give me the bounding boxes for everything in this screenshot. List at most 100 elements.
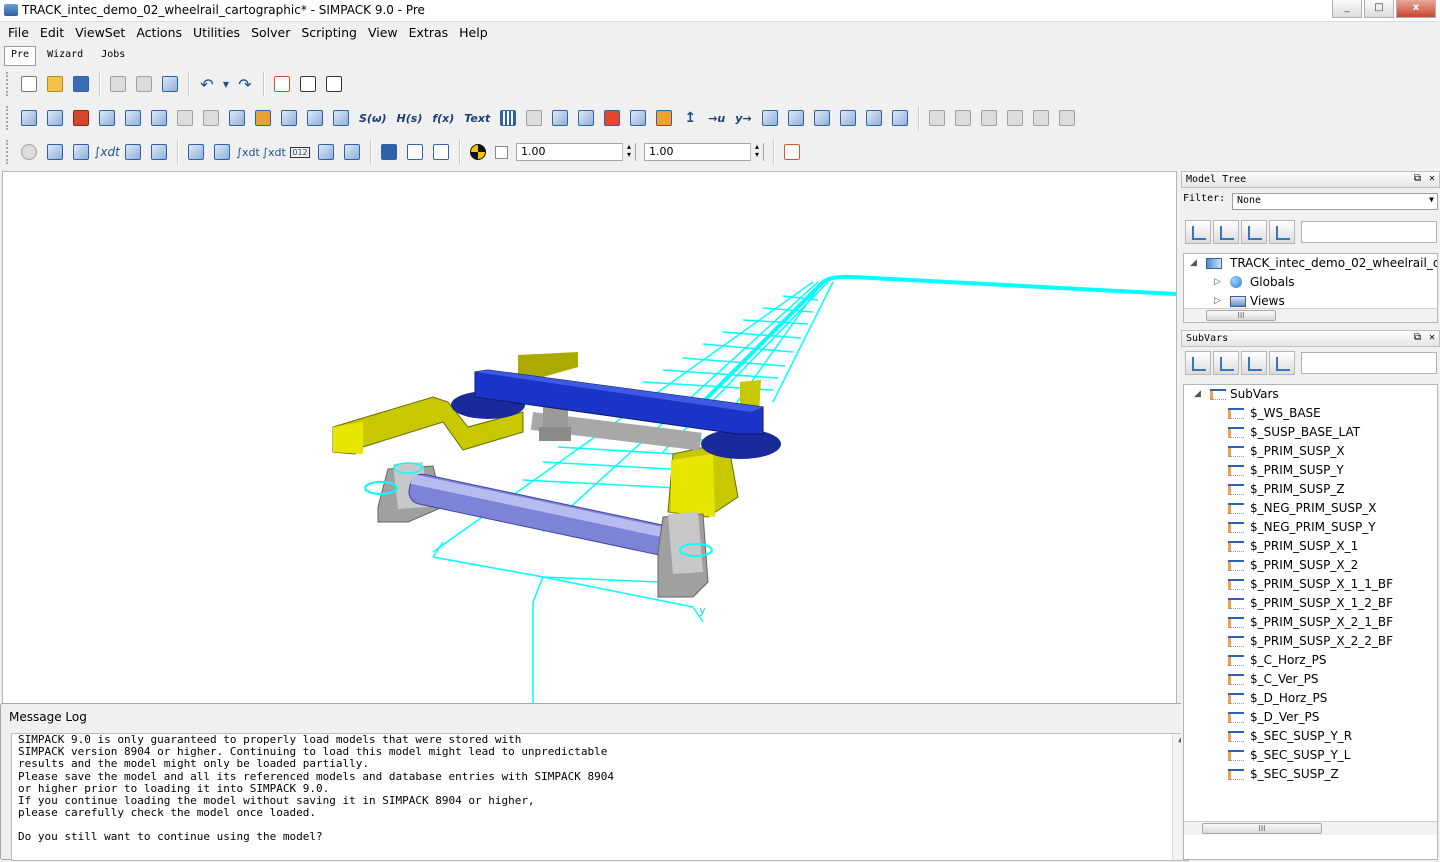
chevron-down-icon[interactable]: ◢ xyxy=(1190,254,1197,273)
eigen-button-2[interactable] xyxy=(313,139,339,165)
close-button[interactable]: x xyxy=(1396,0,1436,18)
subvar-item[interactable]: $_PRIM_SUSP_X_1 xyxy=(1184,537,1437,556)
new-file-button[interactable] xyxy=(16,71,42,97)
copy-button[interactable] xyxy=(105,71,131,97)
annotation-edit-button[interactable] xyxy=(599,105,625,131)
sensor-button[interactable] xyxy=(302,105,328,131)
menu-view[interactable]: View xyxy=(364,23,405,43)
toolbar-grip[interactable] xyxy=(6,72,10,96)
expand-level-button[interactable] xyxy=(1241,351,1267,375)
toolbar-grip[interactable] xyxy=(6,140,10,164)
curve-button[interactable] xyxy=(783,105,809,131)
flex-body-button[interactable] xyxy=(861,105,887,131)
menu-viewset[interactable]: ViewSet xyxy=(71,23,132,43)
equilibrium-button[interactable] xyxy=(68,139,94,165)
connection-button[interactable] xyxy=(276,105,302,131)
close-panel-icon[interactable]: ✕ xyxy=(1429,173,1435,184)
integrate-button[interactable]: ∫xdt xyxy=(94,139,120,165)
integrate-dt-button[interactable]: ∫xdt xyxy=(235,139,261,165)
float-panel-icon[interactable]: ⧉ xyxy=(1414,332,1421,343)
align-top-button[interactable] xyxy=(1028,105,1054,131)
outline-view-button[interactable] xyxy=(428,139,454,165)
subvar-item[interactable]: $_WS_BASE xyxy=(1184,404,1437,423)
tree-item-globals[interactable]: ▷ Globals xyxy=(1184,273,1437,292)
subvar-item[interactable]: $_SUSP_BASE_LAT xyxy=(1184,423,1437,442)
redo-button[interactable]: ↷ xyxy=(232,71,258,97)
subvar-item[interactable]: $_PRIM_SUSP_X_2_2_BF xyxy=(1184,632,1437,651)
menu-solver[interactable]: Solver xyxy=(247,23,297,43)
solid-view-button[interactable] xyxy=(376,139,402,165)
subvar-item[interactable]: $_NEG_PRIM_SUSP_Y xyxy=(1184,518,1437,537)
model-tree-search-input[interactable] xyxy=(1301,221,1437,243)
actuator-button[interactable] xyxy=(835,105,861,131)
message-log-text[interactable]: SIMPACK 9.0 is only guaranteed to proper… xyxy=(11,733,1189,861)
distribute-button[interactable] xyxy=(1002,105,1028,131)
moment-button[interactable] xyxy=(172,105,198,131)
antenna-button[interactable] xyxy=(809,105,835,131)
balance-button[interactable] xyxy=(209,139,235,165)
filter-select[interactable]: None xyxy=(1232,193,1438,210)
align-center-button[interactable] xyxy=(950,105,976,131)
expand-level-button[interactable] xyxy=(1241,220,1267,244)
f-x-button[interactable]: f(x) xyxy=(427,105,459,131)
float-panel-icon[interactable]: ⧉ xyxy=(1414,173,1421,184)
solver-button-1[interactable] xyxy=(42,139,68,165)
subvars-root[interactable]: ◢ SubVars xyxy=(1184,385,1437,404)
solver-button-2[interactable] xyxy=(183,139,209,165)
collapse-level-button[interactable] xyxy=(1269,351,1295,375)
subvar-item[interactable]: $_D_Ver_PS xyxy=(1184,708,1437,727)
subvar-item[interactable]: $_C_Ver_PS xyxy=(1184,670,1437,689)
signal-button[interactable] xyxy=(651,105,677,131)
minimize-button[interactable]: _ xyxy=(1332,0,1362,18)
chevron-down-icon[interactable]: ◢ xyxy=(1194,385,1201,404)
menu-utilities[interactable]: Utilities xyxy=(189,23,247,43)
joint-button[interactable] xyxy=(42,105,68,131)
expand-all-button[interactable] xyxy=(1185,351,1211,375)
integrate-button-2[interactable]: ∫xdt xyxy=(261,139,287,165)
menu-scripting[interactable]: Scripting xyxy=(297,23,364,43)
counter-button[interactable]: 012 xyxy=(287,139,313,165)
align-bottom-button[interactable] xyxy=(1054,105,1080,131)
constraint-button[interactable] xyxy=(224,105,250,131)
mass-button[interactable] xyxy=(146,105,172,131)
annotation-multi-button[interactable] xyxy=(573,105,599,131)
geometry-button[interactable] xyxy=(198,105,224,131)
excitation-button[interactable] xyxy=(328,105,354,131)
marker-button[interactable] xyxy=(94,105,120,131)
subvar-item[interactable]: $_PRIM_SUSP_Y xyxy=(1184,461,1437,480)
subvar-item[interactable]: $_PRIM_SUSP_X_2 xyxy=(1184,556,1437,575)
folder-button[interactable] xyxy=(887,105,913,131)
paste-button[interactable] xyxy=(131,71,157,97)
text-button[interactable]: Text xyxy=(459,105,495,131)
grid-button[interactable] xyxy=(495,105,521,131)
menu-extras[interactable]: Extras xyxy=(405,23,456,43)
link-button[interactable] xyxy=(625,105,651,131)
collapse-all-button[interactable] xyxy=(1213,220,1239,244)
expand-all-button[interactable] xyxy=(1185,220,1211,244)
model-tree-hscrollbar[interactable]: III xyxy=(1184,308,1437,322)
subvar-item[interactable]: $_NEG_PRIM_SUSP_X xyxy=(1184,499,1437,518)
annotation-button[interactable] xyxy=(547,105,573,131)
mode-tab-jobs[interactable]: Jobs xyxy=(94,46,132,66)
tools-button[interactable] xyxy=(68,105,94,131)
toolbar-grip[interactable] xyxy=(6,106,10,130)
menu-edit[interactable]: Edit xyxy=(36,23,71,43)
menu-actions[interactable]: Actions xyxy=(132,23,189,43)
collapse-level-button[interactable] xyxy=(1269,220,1295,244)
maximize-button[interactable]: □ xyxy=(1364,0,1394,18)
view-z-button[interactable] xyxy=(321,71,347,97)
subvar-item[interactable]: $_SEC_SUSP_Y_R xyxy=(1184,727,1437,746)
align-right-button[interactable] xyxy=(976,105,1002,131)
chevron-right-icon[interactable]: ▷ xyxy=(1214,273,1221,292)
input-u-button[interactable]: →u xyxy=(703,105,730,131)
wireframe-view-button[interactable] xyxy=(402,139,428,165)
output-y-button[interactable]: y→ xyxy=(730,105,756,131)
input-button[interactable]: ↥ xyxy=(677,105,703,131)
undo-dropdown[interactable]: ▼ xyxy=(220,71,232,97)
subvar-item[interactable]: $_SEC_SUSP_Y_L xyxy=(1184,746,1437,765)
view-x-button[interactable] xyxy=(269,71,295,97)
subvar-item[interactable]: $_PRIM_SUSP_X_1_2_BF xyxy=(1184,594,1437,613)
subvars-hscrollbar[interactable]: III xyxy=(1184,821,1437,835)
subvar-item[interactable]: $_PRIM_SUSP_X_2_1_BF xyxy=(1184,613,1437,632)
scale-spinbox-1[interactable]: 1.00 xyxy=(516,143,636,161)
